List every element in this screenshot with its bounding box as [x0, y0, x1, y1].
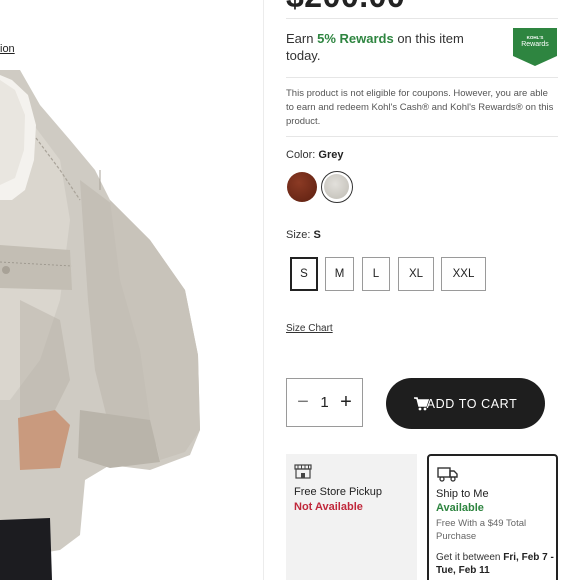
color-label-text: Color:	[286, 149, 316, 161]
rewards-prefix: Earn	[286, 31, 314, 46]
pane-divider	[263, 0, 264, 580]
size-option-xxl[interactable]: XXL	[441, 257, 486, 291]
add-to-cart-button[interactable]: ADD TO CART	[386, 378, 545, 429]
product-image-pane[interactable]: ion	[0, 0, 262, 580]
divider	[286, 77, 558, 78]
delivery-estimate: Get it between Fri, Feb 7 - Tue, Feb 11	[436, 551, 556, 577]
grey-swatch-fill	[324, 174, 349, 199]
store-pickup-status: Not Available	[294, 501, 363, 513]
size-option-xl[interactable]: XL	[398, 257, 434, 291]
color-swatch-brown[interactable]	[287, 172, 317, 202]
coupon-note: This product is not eligible for coupons…	[286, 88, 554, 127]
quantity-decrease-button[interactable]: −	[293, 391, 313, 414]
color-selected-value: Grey	[318, 149, 344, 161]
add-to-cart-label: ADD TO CART	[426, 396, 518, 411]
product-price: $200.00	[286, 0, 405, 15]
store-icon	[294, 464, 312, 479]
ship-to-me-option[interactable]: Ship to Me Available Free With a $49 Tot…	[427, 454, 558, 580]
store-pickup-option[interactable]: Free Store Pickup Not Available	[286, 454, 417, 580]
product-image[interactable]	[0, 0, 262, 580]
quantity-increase-button[interactable]: +	[336, 391, 356, 414]
size-selected-value: S	[313, 229, 321, 241]
truck-icon	[437, 467, 458, 482]
rewards-highlight: 5% Rewards	[317, 31, 394, 46]
size-option-l[interactable]: L	[362, 257, 390, 291]
size-label: Size: S	[286, 229, 321, 241]
divider	[286, 18, 558, 19]
quantity-stepper: − 1 +	[286, 378, 363, 427]
kohls-rewards-badge-icon: KOHL'S Rewards	[513, 28, 557, 66]
size-chart-link[interactable]: Size Chart	[286, 323, 333, 334]
badge-label: Rewards	[521, 41, 549, 48]
quantity-value[interactable]: 1	[320, 394, 328, 411]
size-label-text: Size:	[286, 229, 311, 241]
color-label: Color: Grey	[286, 149, 343, 161]
badge-brand: KOHL'S	[527, 35, 544, 40]
ship-to-me-status: Available	[436, 502, 484, 514]
ship-to-me-title: Ship to Me	[436, 488, 489, 500]
size-option-m[interactable]: M	[325, 257, 354, 291]
rewards-message: Earn 5% Rewards on this item today.	[286, 30, 496, 64]
free-shipping-note: Free With a $49 Total Purchase	[436, 518, 527, 542]
size-option-s[interactable]: S	[290, 257, 318, 291]
color-swatch-grey[interactable]	[321, 171, 353, 203]
delivery-prefix: Get it between	[436, 552, 501, 563]
store-pickup-title: Free Store Pickup	[294, 486, 383, 498]
divider	[286, 136, 558, 137]
breadcrumb-link[interactable]: ion	[0, 43, 15, 55]
